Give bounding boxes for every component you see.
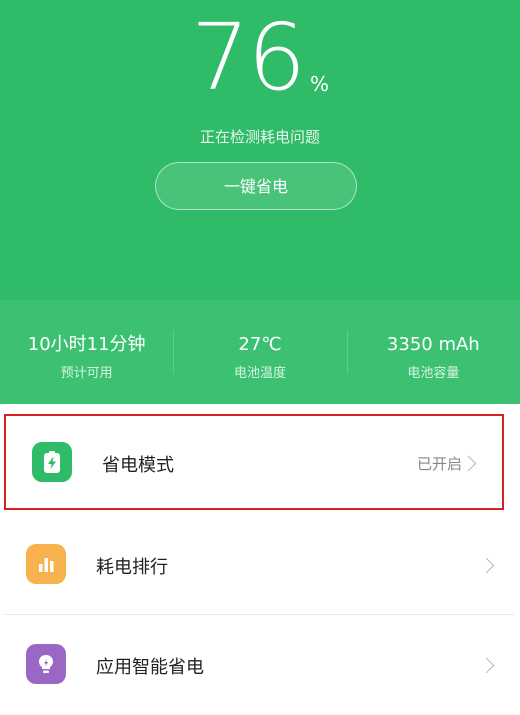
stat-remaining-time: 10小时11分钟 预计可用: [0, 300, 173, 404]
menu-item-power-ranking[interactable]: 耗电排行: [0, 514, 520, 614]
menu-item-label: 省电模式: [102, 455, 174, 476]
menu-item-label: 耗电排行: [96, 557, 168, 578]
chevron-right-icon: [460, 455, 477, 472]
battery-status-text: 正在检测耗电问题: [199, 128, 320, 146]
battery-percent-value: 76: [190, 4, 306, 111]
menu-item-label: 应用智能省电: [96, 657, 204, 678]
lightbulb-icon: [26, 644, 66, 684]
battery-percent-display: 76%: [0, 8, 520, 108]
battery-stats-bar: 10小时11分钟 预计可用 27℃ 电池温度 3350 mAh 电池容量: [0, 300, 520, 404]
chevron-right-icon: [478, 557, 495, 574]
chevron-right-icon: [478, 657, 495, 674]
stat-value: 3350 mAh: [386, 334, 480, 355]
power-options-list: 省电模式 已开启 耗电排行 应用智能省电: [0, 404, 520, 715]
stat-label: 预计可用: [60, 366, 113, 381]
menu-item-status: 已开启: [416, 455, 462, 473]
battery-hero-panel: 76% 正在检测耗电问题 一键省电: [0, 0, 520, 300]
stat-capacity: 3350 mAh 电池容量: [346, 300, 520, 404]
stat-label: 电池温度: [233, 366, 286, 381]
stat-value: 10小时11分钟: [27, 334, 146, 355]
menu-item-smart-app-saving[interactable]: 应用智能省电: [0, 615, 520, 715]
bar-chart-icon: [26, 544, 66, 584]
battery-bolt-icon: [32, 442, 72, 482]
battery-percent-unit: %: [310, 72, 330, 96]
one-tap-save-button[interactable]: 一键省电: [155, 162, 357, 210]
stat-value: 27℃: [238, 334, 282, 355]
stat-temperature: 27℃ 电池温度: [173, 300, 346, 404]
stat-label: 电池容量: [407, 366, 460, 381]
menu-item-power-saving-mode[interactable]: 省电模式 已开启: [4, 414, 504, 510]
